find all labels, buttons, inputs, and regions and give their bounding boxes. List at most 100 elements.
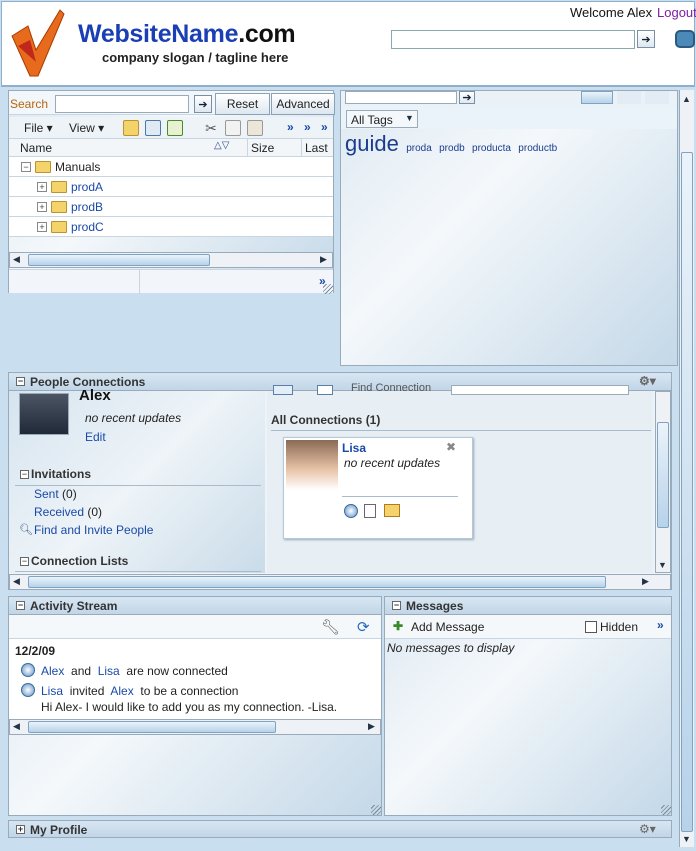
tags-filter-select[interactable]: All Tags ▼: [346, 110, 418, 128]
tags-search-go-button[interactable]: ➔: [459, 91, 475, 104]
tag-link[interactable]: guide: [345, 131, 399, 156]
tree-row[interactable]: − Manuals: [9, 157, 333, 177]
tags-search-input[interactable]: [345, 91, 457, 104]
avatar[interactable]: [286, 440, 338, 490]
scroll-thumb[interactable]: [681, 152, 693, 832]
collapse-icon[interactable]: −: [20, 470, 29, 479]
overflow-chevron-icon[interactable]: »: [321, 120, 328, 134]
connections-horizontal-scrollbar[interactable]: ◀ ▶: [9, 574, 671, 590]
column-name[interactable]: Name: [20, 141, 52, 155]
documents-search-input[interactable]: [55, 95, 189, 113]
scroll-right-icon[interactable]: ▶: [320, 254, 327, 265]
tree-item-label[interactable]: prodA: [71, 180, 103, 194]
scroll-thumb[interactable]: [28, 576, 606, 588]
tag-link[interactable]: productb: [518, 143, 557, 154]
collapse-icon[interactable]: −: [20, 557, 29, 566]
reset-button[interactable]: Reset: [215, 93, 270, 115]
paste-icon[interactable]: [247, 120, 263, 136]
upload-icon[interactable]: [167, 120, 183, 136]
copy-icon[interactable]: [225, 120, 241, 136]
tree-row[interactable]: + prodB: [9, 197, 333, 217]
edit-link[interactable]: Edit: [85, 430, 106, 444]
gear-icon[interactable]: ⚙▾: [639, 822, 656, 836]
global-search-input[interactable]: [391, 30, 635, 49]
refresh-icon[interactable]: ⟳: [357, 618, 370, 636]
find-connection-input[interactable]: [451, 385, 629, 395]
column-size[interactable]: Size: [251, 141, 274, 155]
resize-grip-icon[interactable]: [371, 805, 381, 815]
page-vertical-scrollbar[interactable]: ▲ ▼: [679, 90, 694, 847]
tree-item-label[interactable]: Manuals: [55, 160, 100, 174]
expand-icon[interactable]: +: [37, 222, 47, 232]
activity-icon[interactable]: [344, 504, 358, 518]
view-toggle-button[interactable]: [617, 91, 641, 104]
global-search-go-button[interactable]: ➔: [637, 30, 655, 48]
documents-search-go-button[interactable]: ➔: [194, 95, 212, 113]
received-link[interactable]: Received: [34, 505, 84, 519]
collapse-icon[interactable]: −: [16, 377, 25, 386]
activity-horizontal-scrollbar[interactable]: ◀ ▶: [9, 719, 381, 735]
view-icon[interactable]: [273, 385, 293, 395]
scroll-thumb[interactable]: [28, 721, 276, 733]
scroll-left-icon[interactable]: ◀: [13, 576, 20, 587]
activity-target-link[interactable]: Alex: [110, 684, 133, 698]
add-message-icon[interactable]: ✚: [393, 619, 403, 633]
overflow-chevron-icon[interactable]: »: [304, 120, 311, 134]
view-menu[interactable]: View ▾: [69, 121, 104, 135]
activity-actor-link[interactable]: Alex: [41, 664, 64, 678]
tag-link[interactable]: producta: [472, 143, 511, 154]
view-icon[interactable]: [317, 385, 333, 395]
scroll-right-icon[interactable]: ▶: [642, 576, 649, 587]
scroll-thumb[interactable]: [28, 254, 210, 266]
scroll-down-icon[interactable]: ▼: [682, 834, 691, 844]
new-document-icon[interactable]: [145, 120, 161, 136]
connection-name[interactable]: Lisa: [342, 441, 366, 455]
new-folder-icon[interactable]: [123, 120, 139, 136]
remove-icon[interactable]: ✖: [446, 440, 456, 454]
collapse-icon[interactable]: −: [392, 601, 401, 610]
tree-item-label[interactable]: prodC: [71, 220, 104, 234]
sent-invitations[interactable]: Sent (0): [34, 487, 77, 501]
expand-icon[interactable]: +: [37, 182, 47, 192]
overflow-chevron-icon[interactable]: »: [657, 618, 664, 632]
tag-link[interactable]: proda: [406, 143, 432, 154]
activity-actor-link[interactable]: Lisa: [41, 684, 63, 698]
scroll-thumb[interactable]: [657, 422, 669, 528]
help-icon[interactable]: [675, 30, 695, 48]
scroll-down-icon[interactable]: ▼: [658, 560, 667, 570]
scroll-up-icon[interactable]: ▲: [682, 94, 691, 104]
tree-row[interactable]: + prodC: [9, 217, 333, 237]
view-toggle-button[interactable]: [581, 91, 613, 104]
resize-grip-icon[interactable]: [323, 284, 333, 294]
avatar[interactable]: [19, 393, 69, 435]
view-toggle-button[interactable]: [645, 91, 669, 104]
sent-link[interactable]: Sent: [34, 487, 59, 501]
file-menu[interactable]: File ▾: [24, 121, 53, 135]
expand-icon[interactable]: +: [37, 202, 47, 212]
scroll-left-icon[interactable]: ◀: [13, 721, 20, 732]
scroll-left-icon[interactable]: ◀: [13, 254, 20, 265]
wrench-icon[interactable]: 🔧︎: [321, 618, 340, 636]
message-icon[interactable]: [384, 504, 400, 517]
cut-icon[interactable]: ✂: [203, 120, 219, 136]
column-last[interactable]: Last: [305, 141, 328, 155]
find-invite-people-link[interactable]: Find and Invite People: [34, 523, 153, 537]
expand-icon[interactable]: +: [16, 825, 25, 834]
profile-icon[interactable]: [364, 504, 376, 518]
collapse-icon[interactable]: −: [16, 601, 25, 610]
add-message-button[interactable]: Add Message: [411, 620, 484, 634]
sort-arrows-icon[interactable]: △▽: [214, 140, 229, 151]
hidden-checkbox[interactable]: [585, 621, 597, 633]
received-invitations[interactable]: Received (0): [34, 505, 102, 519]
logout-link[interactable]: Logout: [657, 5, 696, 20]
activity-target-link[interactable]: Lisa: [98, 664, 120, 678]
collapse-icon[interactable]: −: [21, 162, 31, 172]
scroll-right-icon[interactable]: ▶: [368, 721, 375, 732]
documents-horizontal-scrollbar[interactable]: ◀ ▶: [9, 252, 333, 268]
tag-link[interactable]: prodb: [439, 143, 465, 154]
resize-grip-icon[interactable]: [661, 805, 671, 815]
tree-row[interactable]: + prodA: [9, 177, 333, 197]
tree-item-label[interactable]: prodB: [71, 200, 103, 214]
advanced-search-button[interactable]: Advanced: [271, 93, 335, 115]
connections-vertical-scrollbar[interactable]: ▼: [655, 391, 671, 573]
